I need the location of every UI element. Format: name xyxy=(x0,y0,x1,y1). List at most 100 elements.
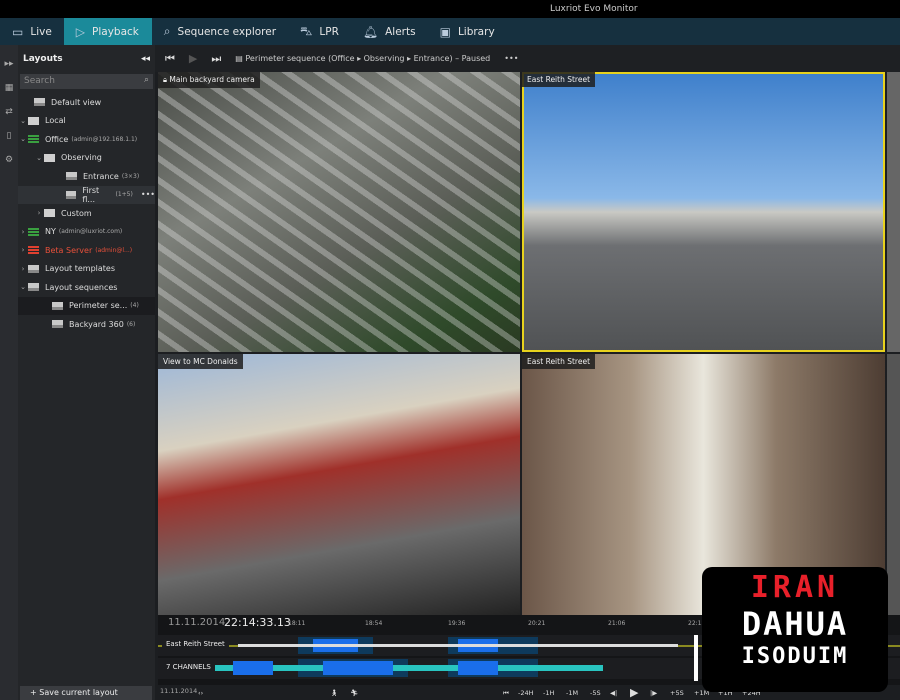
bell-icon: 🔔︎ xyxy=(362,24,379,39)
tree-item-first-floor[interactable]: First fl... (1+5) ••• xyxy=(18,185,155,204)
camera-tile[interactable]: East Reith Street xyxy=(522,72,885,352)
chevron-down-icon[interactable]: ⌄ xyxy=(34,154,44,162)
title-bar: Luxriot Evo Monitor xyxy=(0,0,900,18)
tree-item-default-view[interactable]: Default view xyxy=(18,93,155,112)
sequence-icon xyxy=(52,320,63,329)
more-icon[interactable]: ••• xyxy=(504,54,518,63)
window-title: Luxriot Evo Monitor xyxy=(550,4,638,14)
more-icon[interactable]: ••• xyxy=(141,190,155,199)
tree-item-beta-server[interactable]: › Beta Server (admin@l...) xyxy=(18,241,155,260)
tree-item-office[interactable]: ⌄ Office (admin@192.168.1.1) xyxy=(18,130,155,149)
jump-button[interactable]: -1H xyxy=(543,689,554,697)
plus-icon: + xyxy=(30,688,40,697)
item-label: Default view xyxy=(51,97,102,107)
tree-item-layout-sequences[interactable]: ⌄ Layout sequences xyxy=(18,278,155,297)
chevron-down-icon[interactable]: ⌄ xyxy=(18,117,28,125)
skip-start-icon[interactable]: ⏮ xyxy=(503,689,509,698)
sequence-icon: ⌕ xyxy=(163,24,171,38)
next-icon[interactable]: ⏭ xyxy=(211,52,221,66)
tab-playback[interactable]: ▷ Playback xyxy=(63,18,152,45)
tree-item-local[interactable]: ⌄ Local xyxy=(18,112,155,131)
tree-item-perimeter-sequence[interactable]: Perimeter se... (4) xyxy=(18,296,155,315)
tab-label: Library xyxy=(457,25,495,38)
track-name: East Reith Street xyxy=(162,640,229,648)
collapse-icon[interactable]: ◂◂ xyxy=(141,54,150,64)
tab-sequence-explorer[interactable]: ⌕ Sequence explorer xyxy=(152,18,288,45)
tree-item-layout-templates[interactable]: › Layout templates xyxy=(18,260,155,279)
camera-tile[interactable]: 🔒︎ Main backyard camera xyxy=(158,72,520,352)
track-name: 7 CHANNELS xyxy=(162,663,215,671)
chevron-down-icon[interactable]: ⌄ xyxy=(18,283,28,291)
tick-label: 20:21 xyxy=(528,620,546,627)
item-label: Backyard 360 xyxy=(69,319,124,329)
expand-icon[interactable]: ‹› xyxy=(198,689,203,697)
item-label: Custom xyxy=(61,208,92,218)
tab-label: LPR xyxy=(319,25,339,38)
side-icon-strip: ▸▸ ▦ ⇄ ▯ ⚙ xyxy=(0,45,18,700)
item-sub: (admin@192.168.1.1) xyxy=(71,135,138,143)
item-sub: (3×3) xyxy=(121,172,140,180)
tree-item-entrance[interactable]: Entrance (3×3) xyxy=(18,167,155,186)
running-icon[interactable]: 🏃︎ xyxy=(350,689,358,697)
chevron-right-icon[interactable]: › xyxy=(18,228,28,236)
chevron-right-icon[interactable]: › xyxy=(34,209,44,217)
camera-tile[interactable] xyxy=(887,354,900,615)
monitor-icon: ▭ xyxy=(12,24,24,39)
jump-button[interactable]: -1M xyxy=(566,689,578,697)
tree-item-custom[interactable]: › Custom xyxy=(18,204,155,223)
tree-item-observing[interactable]: ⌄ Observing xyxy=(18,149,155,168)
camera-label: East Reith Street xyxy=(522,354,596,369)
settings-icon[interactable]: ⚙ xyxy=(0,155,18,165)
tick-label: 18:11 xyxy=(288,620,306,627)
chevron-down-icon[interactable]: ⌄ xyxy=(18,135,28,143)
expand-icon[interactable]: ▸▸ xyxy=(0,59,18,69)
camera-label: 🔒︎ Main backyard camera xyxy=(158,72,260,88)
sequence-icon xyxy=(28,283,39,292)
share-icon[interactable]: ⇄ xyxy=(0,107,18,117)
jump-button[interactable]: -5S xyxy=(590,689,601,697)
tab-lpr[interactable]: ⛍ LPR xyxy=(288,18,351,45)
item-label: First fl... xyxy=(82,185,100,204)
item-sub: (admin@luxriot.com) xyxy=(58,228,123,236)
search-input[interactable]: Search ⌕ xyxy=(20,74,153,89)
camera-name: East Reith Street xyxy=(527,357,591,366)
item-label: Observing xyxy=(61,153,102,163)
panel-title: Layouts xyxy=(23,53,63,64)
item-label: Perimeter se... xyxy=(69,301,128,311)
camera-tile[interactable]: View to MC Donalds xyxy=(158,354,520,615)
playhead[interactable] xyxy=(694,635,698,681)
step-forward-icon[interactable]: |▶ xyxy=(650,689,657,697)
jump-button[interactable]: +5S xyxy=(670,689,684,697)
tree-item-ny[interactable]: › NY (admin@luxriot.com) xyxy=(18,223,155,242)
map-icon[interactable]: ▯ xyxy=(0,131,18,141)
previous-icon[interactable]: ⏮ xyxy=(165,52,175,66)
library-icon: ▣ xyxy=(439,24,451,39)
item-label: Layout templates xyxy=(45,264,116,274)
play-icon[interactable]: ▶ xyxy=(189,52,197,65)
tick-label: 18:54 xyxy=(365,620,383,627)
car-icon: ⛍ xyxy=(300,23,313,38)
jump-button[interactable]: -24H xyxy=(518,689,534,697)
item-sub: (admin@l...) xyxy=(95,246,133,254)
chevron-right-icon[interactable]: › xyxy=(18,265,28,273)
tab-library[interactable]: ▣ Library xyxy=(428,18,507,45)
camera-label: View to MC Donalds xyxy=(158,354,243,369)
template-icon xyxy=(28,264,39,273)
camera-tile[interactable] xyxy=(887,72,900,352)
tab-label: Sequence explorer xyxy=(177,25,277,38)
chevron-right-icon[interactable]: › xyxy=(18,246,28,254)
tree-item-backyard-360[interactable]: Backyard 360 (6) xyxy=(18,315,155,334)
tab-label: Playback xyxy=(92,25,139,38)
save-label: Save current layout xyxy=(39,688,118,697)
tab-live[interactable]: ▭ Live xyxy=(0,18,64,45)
tab-alerts[interactable]: 🔔︎ Alerts xyxy=(351,18,428,45)
layouts-icon[interactable]: ▦ xyxy=(0,83,18,93)
tab-label: Live xyxy=(30,25,52,38)
step-back-icon[interactable]: ◀| xyxy=(610,689,617,697)
watermark-logo: IRAN DAHUA ISODUIM xyxy=(702,567,888,692)
walking-icon[interactable]: 🚶︎ xyxy=(330,689,338,697)
save-layout-button[interactable]: + Save current layout xyxy=(20,686,152,700)
play-icon[interactable]: ▶ xyxy=(630,686,638,699)
camera-name: View to MC Donalds xyxy=(163,357,238,366)
item-label: NY xyxy=(45,227,56,237)
